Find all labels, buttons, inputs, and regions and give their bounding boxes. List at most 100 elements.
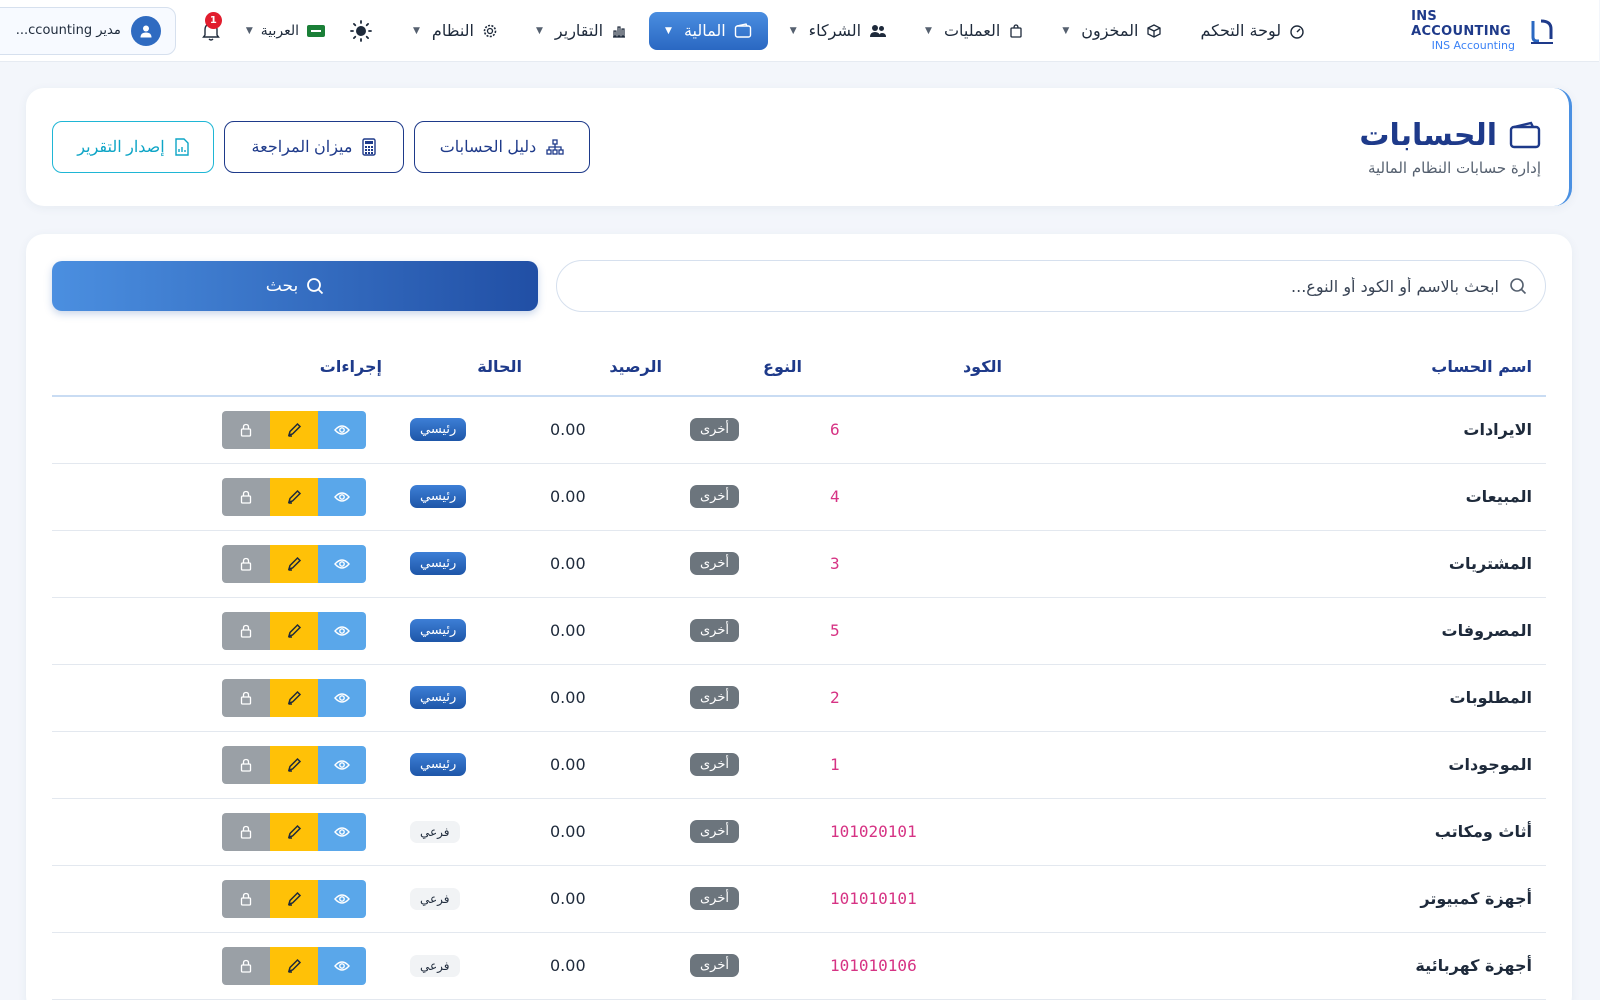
account-status-cell: رئيسي bbox=[397, 396, 537, 464]
table-row[interactable]: المبيعات 4 أخرى 0.00 رئيسي bbox=[53, 463, 1547, 531]
table-row[interactable]: المشتريات 3 أخرى 0.00 رئيسي bbox=[53, 530, 1547, 598]
lock-button[interactable] bbox=[223, 879, 271, 918]
bar-chart-icon bbox=[614, 25, 627, 38]
search-button[interactable]: بحث bbox=[53, 261, 539, 311]
brand[interactable]: INS ACCOUNTING INS Accounting bbox=[1412, 9, 1556, 52]
type-badge: أخرى bbox=[691, 485, 740, 508]
page-subtitle: إدارة حسابات النظام المالية bbox=[1368, 158, 1542, 177]
lock-button[interactable] bbox=[223, 611, 271, 650]
search-row: بحث bbox=[53, 260, 1547, 312]
nav-item-partners[interactable]: الشركاء ▼ bbox=[775, 12, 904, 50]
pencil-icon bbox=[288, 623, 303, 638]
view-button[interactable] bbox=[319, 544, 367, 583]
view-button[interactable] bbox=[319, 745, 367, 784]
edit-button[interactable] bbox=[271, 410, 319, 449]
account-name[interactable]: أثاث ومكاتب bbox=[1017, 798, 1547, 866]
edit-button[interactable] bbox=[271, 477, 319, 516]
column-header-name[interactable]: اسم الحساب bbox=[1017, 338, 1547, 397]
search-input[interactable] bbox=[576, 276, 1500, 296]
view-button[interactable] bbox=[319, 678, 367, 717]
lock-button[interactable] bbox=[223, 477, 271, 516]
account-type-cell: أخرى bbox=[677, 530, 817, 598]
lock-button[interactable] bbox=[223, 812, 271, 851]
language-selector[interactable]: العربية ▼ bbox=[247, 23, 326, 39]
edit-button[interactable] bbox=[271, 745, 319, 784]
edit-button[interactable] bbox=[271, 611, 319, 650]
notifications-button[interactable]: 1 bbox=[199, 11, 225, 44]
pencil-icon bbox=[288, 489, 303, 504]
file-chart-icon bbox=[176, 138, 190, 156]
account-name[interactable]: المشتريات bbox=[1017, 530, 1547, 598]
row-actions-cell bbox=[53, 865, 397, 933]
column-header-balance[interactable]: الرصيد bbox=[537, 338, 677, 397]
account-name[interactable]: المبيعات bbox=[1017, 463, 1547, 531]
account-name[interactable]: الايرادات bbox=[1017, 396, 1547, 464]
table-row[interactable]: الايرادات 6 أخرى 0.00 رئيسي bbox=[53, 396, 1547, 464]
account-balance: 0.00 bbox=[537, 932, 677, 1000]
view-button[interactable] bbox=[319, 477, 367, 516]
account-status-cell: رئيسي bbox=[397, 731, 537, 799]
nav-item-system[interactable]: النظام ▼ bbox=[398, 12, 515, 50]
saudi-flag-icon bbox=[308, 24, 326, 37]
edit-button[interactable] bbox=[271, 812, 319, 851]
row-actions-cell bbox=[53, 664, 397, 732]
table-row[interactable]: أجهزة كهربائية 101010106 أخرى 0.00 فرعي bbox=[53, 932, 1547, 1000]
theme-toggle-button[interactable] bbox=[348, 17, 376, 45]
lock-button[interactable] bbox=[223, 946, 271, 985]
table-row[interactable]: أثاث ومكاتب 101020101 أخرى 0.00 فرعي bbox=[53, 798, 1547, 866]
account-name[interactable]: المصروفات bbox=[1017, 597, 1547, 665]
search-field[interactable] bbox=[557, 260, 1547, 312]
chart-of-accounts-button[interactable]: دليل الحسابات bbox=[415, 121, 591, 173]
chevron-down-icon: ▼ bbox=[1063, 25, 1071, 36]
edit-button[interactable] bbox=[271, 879, 319, 918]
status-badge: رئيسي bbox=[411, 619, 468, 642]
column-header-type[interactable]: النوع bbox=[677, 338, 817, 397]
nav-item-operations[interactable]: العمليات ▼ bbox=[910, 12, 1041, 50]
lock-button[interactable] bbox=[223, 544, 271, 583]
user-menu[interactable]: مدير ccounting... ▼ bbox=[0, 6, 177, 55]
eye-icon bbox=[335, 960, 351, 971]
pencil-icon bbox=[288, 757, 303, 772]
account-status-cell: رئيسي bbox=[397, 597, 537, 665]
nav-item-label: المالية bbox=[684, 21, 727, 40]
account-balance: 0.00 bbox=[537, 865, 677, 933]
lock-button[interactable] bbox=[223, 745, 271, 784]
view-button[interactable] bbox=[319, 410, 367, 449]
account-code: 101010101 bbox=[817, 865, 1017, 933]
chevron-down-icon: ▼ bbox=[926, 25, 933, 36]
table-row[interactable]: المصروفات 5 أخرى 0.00 رئيسي bbox=[53, 597, 1547, 665]
edit-button[interactable] bbox=[271, 946, 319, 985]
account-name[interactable]: أجهزة كهربائية bbox=[1017, 932, 1547, 1000]
edit-button[interactable] bbox=[271, 544, 319, 583]
trial-balance-button[interactable]: ميزان المراجعة bbox=[225, 121, 405, 173]
nav-item-finance[interactable]: المالية ▼ bbox=[650, 11, 769, 50]
table-row[interactable]: أجهزة كمبيوتر 101010101 أخرى 0.00 فرعي bbox=[53, 865, 1547, 933]
lock-button[interactable] bbox=[223, 410, 271, 449]
table-row[interactable]: المطلوبات 2 أخرى 0.00 رئيسي bbox=[53, 664, 1547, 732]
account-name[interactable]: الموجودات bbox=[1017, 731, 1547, 799]
account-type-cell: أخرى bbox=[677, 597, 817, 665]
lock-button[interactable] bbox=[223, 678, 271, 717]
view-button[interactable] bbox=[319, 946, 367, 985]
nav-item-dashboard[interactable]: لوحة التحكم bbox=[1185, 12, 1322, 50]
nav-item-inventory[interactable]: المخزون ▼ bbox=[1047, 12, 1179, 50]
account-name[interactable]: المطلوبات bbox=[1017, 664, 1547, 732]
user-name: مدير ccounting... bbox=[16, 23, 122, 38]
status-badge: رئيسي bbox=[411, 753, 468, 776]
dashboard-gauge-icon bbox=[1291, 24, 1305, 39]
view-button[interactable] bbox=[319, 879, 367, 918]
lock-icon bbox=[241, 758, 253, 772]
status-badge: فرعي bbox=[411, 954, 461, 977]
table-row[interactable]: الموجودات 1 أخرى 0.00 رئيسي bbox=[53, 731, 1547, 799]
issue-report-button[interactable]: إصدار التقرير bbox=[53, 121, 215, 173]
column-header-code[interactable]: الكود bbox=[817, 338, 1017, 397]
column-header-status[interactable]: الحالة bbox=[397, 338, 537, 397]
view-button[interactable] bbox=[319, 611, 367, 650]
nav-item-reports[interactable]: التقارير ▼ bbox=[521, 12, 644, 50]
account-name[interactable]: أجهزة كمبيوتر bbox=[1017, 865, 1547, 933]
edit-button[interactable] bbox=[271, 678, 319, 717]
view-button[interactable] bbox=[319, 812, 367, 851]
account-code: 4 bbox=[817, 463, 1017, 531]
chevron-down-icon: ▼ bbox=[666, 25, 673, 36]
chevron-down-icon: ▼ bbox=[0, 25, 1, 36]
